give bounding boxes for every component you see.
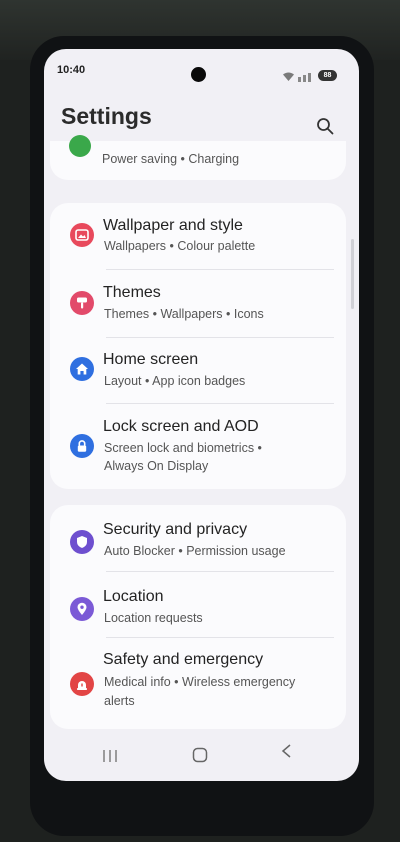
wallpaper-icon [70, 223, 94, 247]
back-icon[interactable] [280, 743, 292, 759]
battery-settings-card[interactable]: Power saving • Charging [50, 135, 346, 180]
settings-item-wallpaper-and-style[interactable]: Wallpaper and style Wallpapers • Colour … [50, 203, 346, 269]
item-subtitle: Medical info • Wireless emergency [104, 675, 296, 689]
page-title: Settings [61, 103, 152, 129]
wifi-icon [283, 72, 294, 81]
settings-item-security-and-privacy[interactable]: Security and privacy Auto Blocker • Perm… [50, 505, 346, 571]
scrollbar[interactable] [351, 239, 354, 309]
item-subtitle: Layout • App icon badges [104, 374, 246, 388]
shield-icon [70, 530, 94, 554]
item-subtitle-line2: Always On Display [104, 459, 209, 473]
item-title: Lock screen and AOD [103, 418, 259, 435]
home-icon [70, 357, 94, 381]
item-subtitle: Location requests [104, 611, 203, 625]
item-subtitle: Auto Blocker • Permission usage [104, 544, 286, 558]
battery-icon [69, 135, 91, 157]
item-title: Wallpaper and style [103, 217, 243, 234]
item-title: Security and privacy [103, 521, 248, 538]
settings-item-home-screen[interactable]: Home screen Layout • App icon badges [50, 337, 346, 403]
front-camera [191, 67, 206, 82]
status-bar: 10:40 88 [44, 49, 359, 91]
battery-indicator: 88 [318, 70, 337, 81]
battery-subtitle: Power saving • Charging [102, 152, 240, 166]
item-title: Location [103, 588, 164, 605]
status-time: 10:40 [57, 64, 86, 76]
navigation-bar [44, 735, 359, 781]
item-title: Safety and emergency [103, 651, 264, 668]
settings-group-security: Security and privacy Auto Blocker • Perm… [50, 505, 346, 729]
item-subtitle: Screen lock and biometrics • [104, 441, 262, 455]
settings-item-lock-screen-and-aod[interactable]: Lock screen and AOD Screen lock and biom… [50, 403, 346, 489]
settings-screen: 10:40 88 Settings Power saving • Chargin… [44, 49, 359, 781]
location-pin-icon [70, 597, 94, 621]
settings-group-display: Wallpaper and style Wallpapers • Colour … [50, 203, 346, 489]
settings-item-safety-and-emergency[interactable]: Safety and emergency Medical info • Wire… [50, 637, 346, 729]
recents-icon[interactable] [102, 749, 118, 763]
item-subtitle: Wallpapers • Colour palette [104, 239, 256, 253]
settings-item-location[interactable]: Location Location requests [50, 571, 346, 637]
lock-icon [70, 434, 94, 458]
item-title: Themes [103, 284, 161, 301]
settings-item-themes[interactable]: Themes Themes • Wallpapers • Icons [50, 269, 346, 337]
themes-brush-icon [70, 291, 94, 315]
item-subtitle: Themes • Wallpapers • Icons [104, 307, 264, 321]
item-title: Home screen [103, 351, 199, 368]
emergency-icon [70, 672, 94, 696]
home-button-icon[interactable] [192, 747, 208, 763]
search-icon[interactable] [316, 117, 334, 135]
item-subtitle-line2: alerts [104, 694, 135, 708]
